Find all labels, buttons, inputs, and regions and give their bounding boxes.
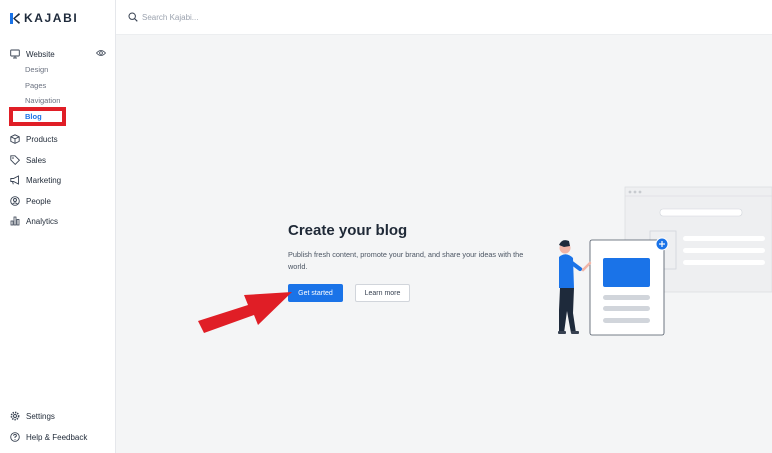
sidebar-item-label: Settings: [26, 411, 55, 421]
kajabi-logo[interactable]: KAJABI: [10, 11, 78, 25]
sidebar: KAJABI Website Design Pages Navigation B…: [0, 0, 116, 453]
sidebar-item-website[interactable]: Website: [10, 49, 55, 59]
tag-icon: [10, 155, 20, 165]
sidebar-item-sales[interactable]: Sales: [10, 155, 46, 165]
gear-icon: [10, 411, 20, 421]
sidebar-item-people[interactable]: People: [10, 196, 51, 206]
sidebar-item-settings[interactable]: Settings: [10, 411, 55, 421]
monitor-icon: [10, 49, 20, 59]
user-circle-icon: [10, 196, 20, 206]
kajabi-logo-icon: [10, 12, 20, 24]
sidebar-item-help[interactable]: Help & Feedback: [10, 432, 87, 442]
get-started-button[interactable]: Get started: [288, 284, 343, 302]
sidebar-item-label: Analytics: [26, 216, 59, 226]
sidebar-item-analytics[interactable]: Analytics: [10, 216, 58, 226]
blog-highlight-box: [9, 107, 66, 126]
sidebar-subitem-design[interactable]: Design: [25, 65, 48, 74]
blog-illustration: [558, 186, 772, 336]
eye-icon[interactable]: [96, 49, 106, 57]
page-description: Publish fresh content, promote your bran…: [288, 250, 524, 271]
sidebar-item-marketing[interactable]: Marketing: [10, 175, 61, 185]
box-icon: [10, 134, 20, 144]
search-input[interactable]: [142, 9, 442, 26]
red-arrow-annotation: [198, 292, 292, 333]
sidebar-item-label: Sales: [26, 155, 47, 165]
help-icon: [10, 432, 20, 442]
sidebar-subitem-pages[interactable]: Pages: [25, 81, 46, 90]
page-title: Create your blog: [288, 222, 408, 239]
sidebar-item-label: Help & Feedback: [26, 432, 88, 442]
search-icon: [128, 12, 138, 22]
sidebar-item-label: People: [26, 196, 51, 206]
sidebar-item-label: Website: [26, 49, 55, 59]
sidebar-subitem-navigation[interactable]: Navigation: [25, 96, 60, 105]
megaphone-icon: [10, 175, 19, 185]
sidebar-item-label: Marketing: [26, 175, 62, 185]
sidebar-item-label: Products: [26, 134, 58, 144]
bar-chart-icon: [10, 216, 20, 226]
top-header: [116, 0, 772, 35]
logo-text: KAJABI: [24, 11, 79, 25]
learn-more-button[interactable]: Learn more: [355, 284, 410, 302]
sidebar-item-products[interactable]: Products: [10, 134, 58, 144]
